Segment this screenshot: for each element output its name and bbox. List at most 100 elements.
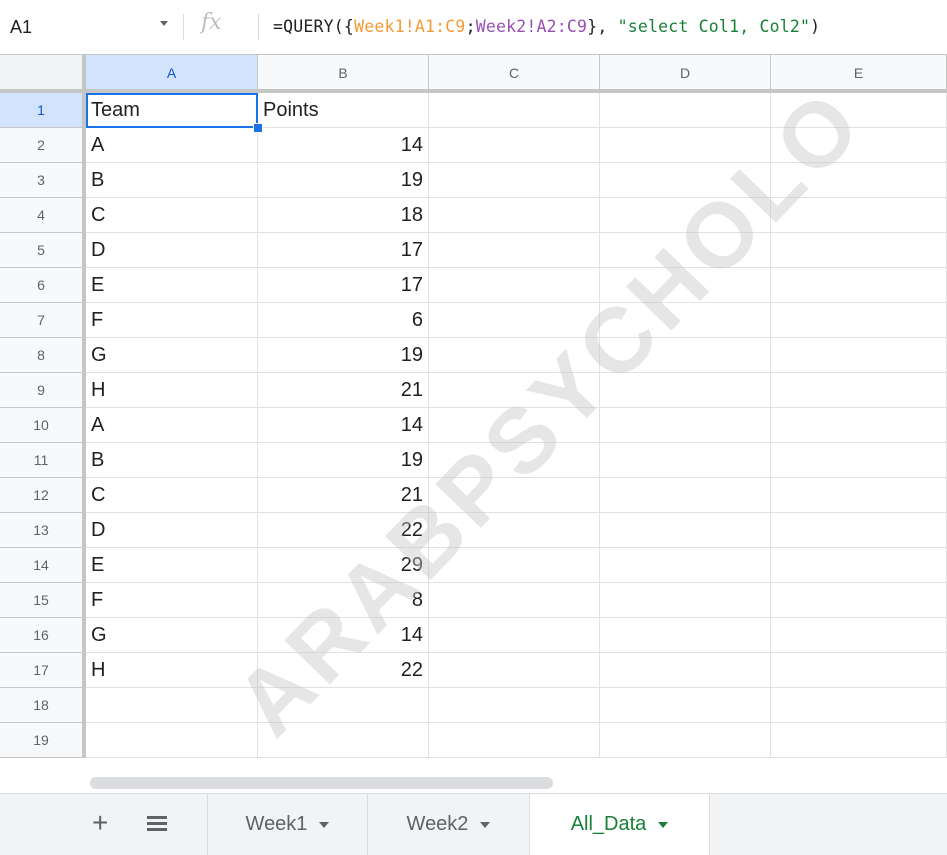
cell-b14[interactable]: 29 xyxy=(258,548,429,583)
caret-down-icon[interactable] xyxy=(160,21,168,26)
cell-d16[interactable] xyxy=(600,618,771,653)
cell-c16[interactable] xyxy=(429,618,600,653)
row-header[interactable]: 5 xyxy=(0,233,86,268)
cell-d1[interactable] xyxy=(600,93,771,128)
cell-e3[interactable] xyxy=(771,163,947,198)
cell-d15[interactable] xyxy=(600,583,771,618)
cell-c13[interactable] xyxy=(429,513,600,548)
cell-a15[interactable]: F xyxy=(86,583,258,618)
caret-down-icon[interactable] xyxy=(480,821,491,828)
cell-d7[interactable] xyxy=(600,303,771,338)
cell-c3[interactable] xyxy=(429,163,600,198)
cell-e4[interactable] xyxy=(771,198,947,233)
name-box[interactable]: A1 xyxy=(10,14,160,40)
cell-c12[interactable] xyxy=(429,478,600,513)
cell-c5[interactable] xyxy=(429,233,600,268)
select-all-corner[interactable] xyxy=(0,55,86,93)
cell-a18[interactable] xyxy=(86,688,258,723)
cell-b4[interactable]: 18 xyxy=(258,198,429,233)
cell-c8[interactable] xyxy=(429,338,600,373)
cell-c2[interactable] xyxy=(429,128,600,163)
cell-e9[interactable] xyxy=(771,373,947,408)
row-header[interactable]: 14 xyxy=(0,548,86,583)
list-icon[interactable] xyxy=(147,816,167,832)
cell-a9[interactable]: H xyxy=(86,373,258,408)
row-header[interactable]: 19 xyxy=(0,723,86,758)
cell-a19[interactable] xyxy=(86,723,258,758)
cell-a13[interactable]: D xyxy=(86,513,258,548)
cell-d3[interactable] xyxy=(600,163,771,198)
sheet-tab-all-data[interactable]: All_Data xyxy=(529,794,709,855)
cell-e19[interactable] xyxy=(771,723,947,758)
cell-d6[interactable] xyxy=(600,268,771,303)
cell-c10[interactable] xyxy=(429,408,600,443)
cell-e1[interactable] xyxy=(771,93,947,128)
row-header[interactable]: 7 xyxy=(0,303,86,338)
row-header[interactable]: 13 xyxy=(0,513,86,548)
row-header[interactable]: 10 xyxy=(0,408,86,443)
cell-c6[interactable] xyxy=(429,268,600,303)
cell-c9[interactable] xyxy=(429,373,600,408)
cell-d19[interactable] xyxy=(600,723,771,758)
cell-a12[interactable]: C xyxy=(86,478,258,513)
row-header[interactable]: 17 xyxy=(0,653,86,688)
cell-e8[interactable] xyxy=(771,338,947,373)
cell-a16[interactable]: G xyxy=(86,618,258,653)
row-header[interactable]: 4 xyxy=(0,198,86,233)
row-header[interactable]: 6 xyxy=(0,268,86,303)
cell-a17[interactable]: H xyxy=(86,653,258,688)
fill-handle[interactable] xyxy=(253,123,263,133)
cell-d14[interactable] xyxy=(600,548,771,583)
cell-b8[interactable]: 19 xyxy=(258,338,429,373)
row-header[interactable]: 1 xyxy=(0,93,86,128)
cell-a7[interactable]: F xyxy=(86,303,258,338)
cell-a6[interactable]: E xyxy=(86,268,258,303)
cell-a2[interactable]: A xyxy=(86,128,258,163)
cell-b19[interactable] xyxy=(258,723,429,758)
cell-b1[interactable]: Points xyxy=(258,93,429,128)
cell-d9[interactable] xyxy=(600,373,771,408)
cell-b13[interactable]: 22 xyxy=(258,513,429,548)
cell-c7[interactable] xyxy=(429,303,600,338)
cell-b3[interactable]: 19 xyxy=(258,163,429,198)
cell-c15[interactable] xyxy=(429,583,600,618)
sheet-tab-week1[interactable]: Week1 xyxy=(207,794,367,855)
cell-d12[interactable] xyxy=(600,478,771,513)
cell-d10[interactable] xyxy=(600,408,771,443)
row-header[interactable]: 8 xyxy=(0,338,86,373)
cell-c18[interactable] xyxy=(429,688,600,723)
cell-e15[interactable] xyxy=(771,583,947,618)
cell-b11[interactable]: 19 xyxy=(258,443,429,478)
cell-c17[interactable] xyxy=(429,653,600,688)
row-header[interactable]: 16 xyxy=(0,618,86,653)
cell-d4[interactable] xyxy=(600,198,771,233)
cell-e16[interactable] xyxy=(771,618,947,653)
formula-input[interactable]: =QUERY({Week1!A1:C9;Week2!A2:C9}, "selec… xyxy=(273,14,820,40)
cell-e12[interactable] xyxy=(771,478,947,513)
row-header[interactable]: 12 xyxy=(0,478,86,513)
plus-icon[interactable]: + xyxy=(92,808,108,838)
cell-d13[interactable] xyxy=(600,513,771,548)
cell-c14[interactable] xyxy=(429,548,600,583)
cell-b12[interactable]: 21 xyxy=(258,478,429,513)
cell-b5[interactable]: 17 xyxy=(258,233,429,268)
cell-d5[interactable] xyxy=(600,233,771,268)
cell-d8[interactable] xyxy=(600,338,771,373)
cell-a3[interactable]: B xyxy=(86,163,258,198)
cell-d18[interactable] xyxy=(600,688,771,723)
cell-a1[interactable]: Team xyxy=(86,93,258,128)
cell-a11[interactable]: B xyxy=(86,443,258,478)
caret-down-icon[interactable] xyxy=(658,821,669,828)
caret-down-icon[interactable] xyxy=(319,821,330,828)
cell-c19[interactable] xyxy=(429,723,600,758)
sheet-tab-week2[interactable]: Week2 xyxy=(367,794,529,855)
row-header[interactable]: 18 xyxy=(0,688,86,723)
cell-b6[interactable]: 17 xyxy=(258,268,429,303)
cell-e6[interactable] xyxy=(771,268,947,303)
cell-a4[interactable]: C xyxy=(86,198,258,233)
cell-c11[interactable] xyxy=(429,443,600,478)
cell-b7[interactable]: 6 xyxy=(258,303,429,338)
cell-b16[interactable]: 14 xyxy=(258,618,429,653)
row-header[interactable]: 9 xyxy=(0,373,86,408)
column-header-d[interactable]: D xyxy=(600,55,771,93)
